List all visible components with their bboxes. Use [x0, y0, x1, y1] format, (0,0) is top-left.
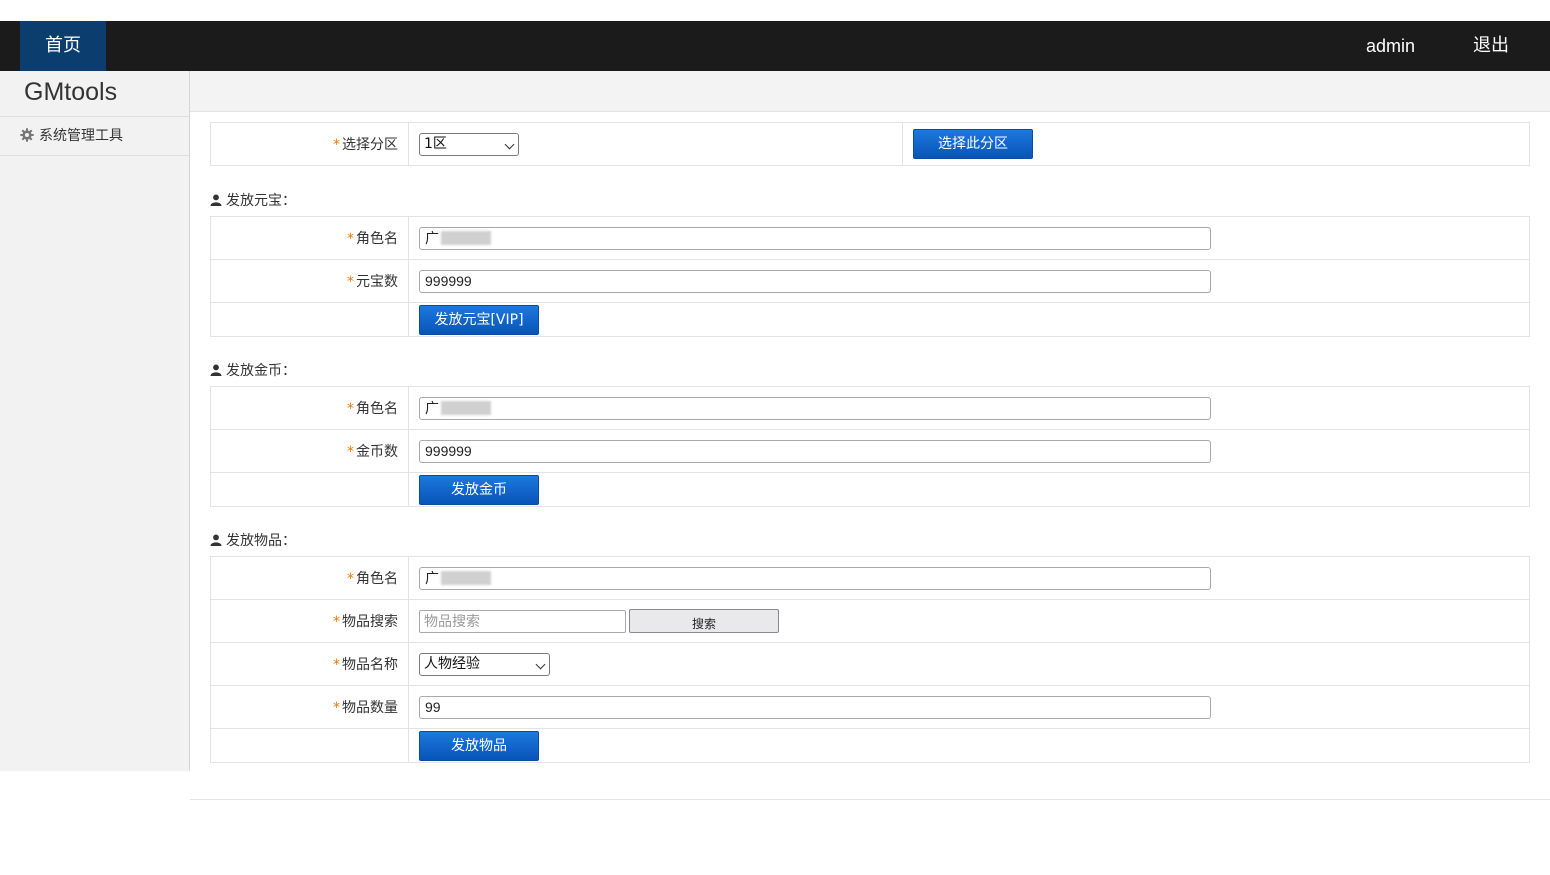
send-yuanbao-button[interactable]: 发放元宝[VIP]: [419, 304, 539, 335]
item-search-input[interactable]: 物品搜索: [419, 609, 626, 633]
items-form: *角色名 广 *物品搜索 物品搜索搜索 *物品名称 人物经验 *物品数量 发放物…: [210, 556, 1530, 763]
item-quantity-input[interactable]: [419, 695, 1211, 719]
yuanbao-form: *角色名 广 *元宝数 发放元宝[VIP]: [210, 216, 1530, 337]
role-name-label: * 角色名: [210, 556, 409, 600]
sidebar-item-system-tools[interactable]: 系统管理工具: [0, 117, 189, 156]
role-name-input[interactable]: 广: [419, 226, 1211, 250]
zone-select[interactable]: 1区: [419, 132, 519, 156]
item-name-select[interactable]: 人物经验: [419, 652, 550, 676]
gold-amount-label: * 金币数: [210, 429, 409, 473]
top-navbar: 首页 admin 退出: [0, 21, 1550, 71]
select-zone-button[interactable]: 选择此分区: [913, 129, 1033, 159]
sidebar: GMtools 系统管理工具: [0, 71, 190, 771]
gear-icon: [20, 119, 34, 142]
send-gold-button[interactable]: 发放金币: [419, 474, 539, 505]
logout-link[interactable]: 退出: [1473, 21, 1509, 71]
items-section-title: 发放物品：: [210, 530, 296, 550]
role-name-input[interactable]: 广: [419, 566, 1211, 590]
yuanbao-amount-label: * 元宝数: [210, 259, 409, 303]
sidebar-item-label: 系统管理工具: [39, 128, 123, 144]
nav-username[interactable]: admin: [1366, 21, 1415, 71]
footer-divider: [190, 799, 1550, 800]
gold-form: *角色名 广 *金币数 发放金币: [210, 386, 1530, 507]
user-icon: [210, 194, 222, 206]
gold-section-title: 发放金币：: [210, 360, 296, 380]
search-button[interactable]: 搜索: [629, 609, 779, 633]
role-name-label: * 角色名: [210, 216, 409, 260]
item-name-label: * 物品名称: [210, 642, 409, 686]
content-header-band: [190, 71, 1550, 112]
chevron-down-icon: [504, 139, 515, 149]
chevron-down-icon: [535, 659, 546, 669]
zone-label: * 选择分区: [210, 122, 409, 166]
gold-amount-input[interactable]: [419, 439, 1211, 463]
send-items-button[interactable]: 发放物品: [419, 730, 539, 761]
brand-title: GMtools: [0, 71, 189, 117]
zone-select-table: * 选择分区 1区 选择此分区: [210, 122, 1530, 166]
nav-home-link[interactable]: 首页: [20, 21, 106, 71]
yuanbao-amount-input[interactable]: [419, 269, 1211, 293]
role-name-input[interactable]: 广: [419, 396, 1211, 420]
item-quantity-label: * 物品数量: [210, 685, 409, 729]
yuanbao-section-title: 发放元宝：: [210, 190, 296, 210]
user-icon: [210, 534, 222, 546]
item-search-label: * 物品搜索: [210, 599, 409, 643]
role-name-label: * 角色名: [210, 386, 409, 430]
user-icon: [210, 364, 222, 376]
